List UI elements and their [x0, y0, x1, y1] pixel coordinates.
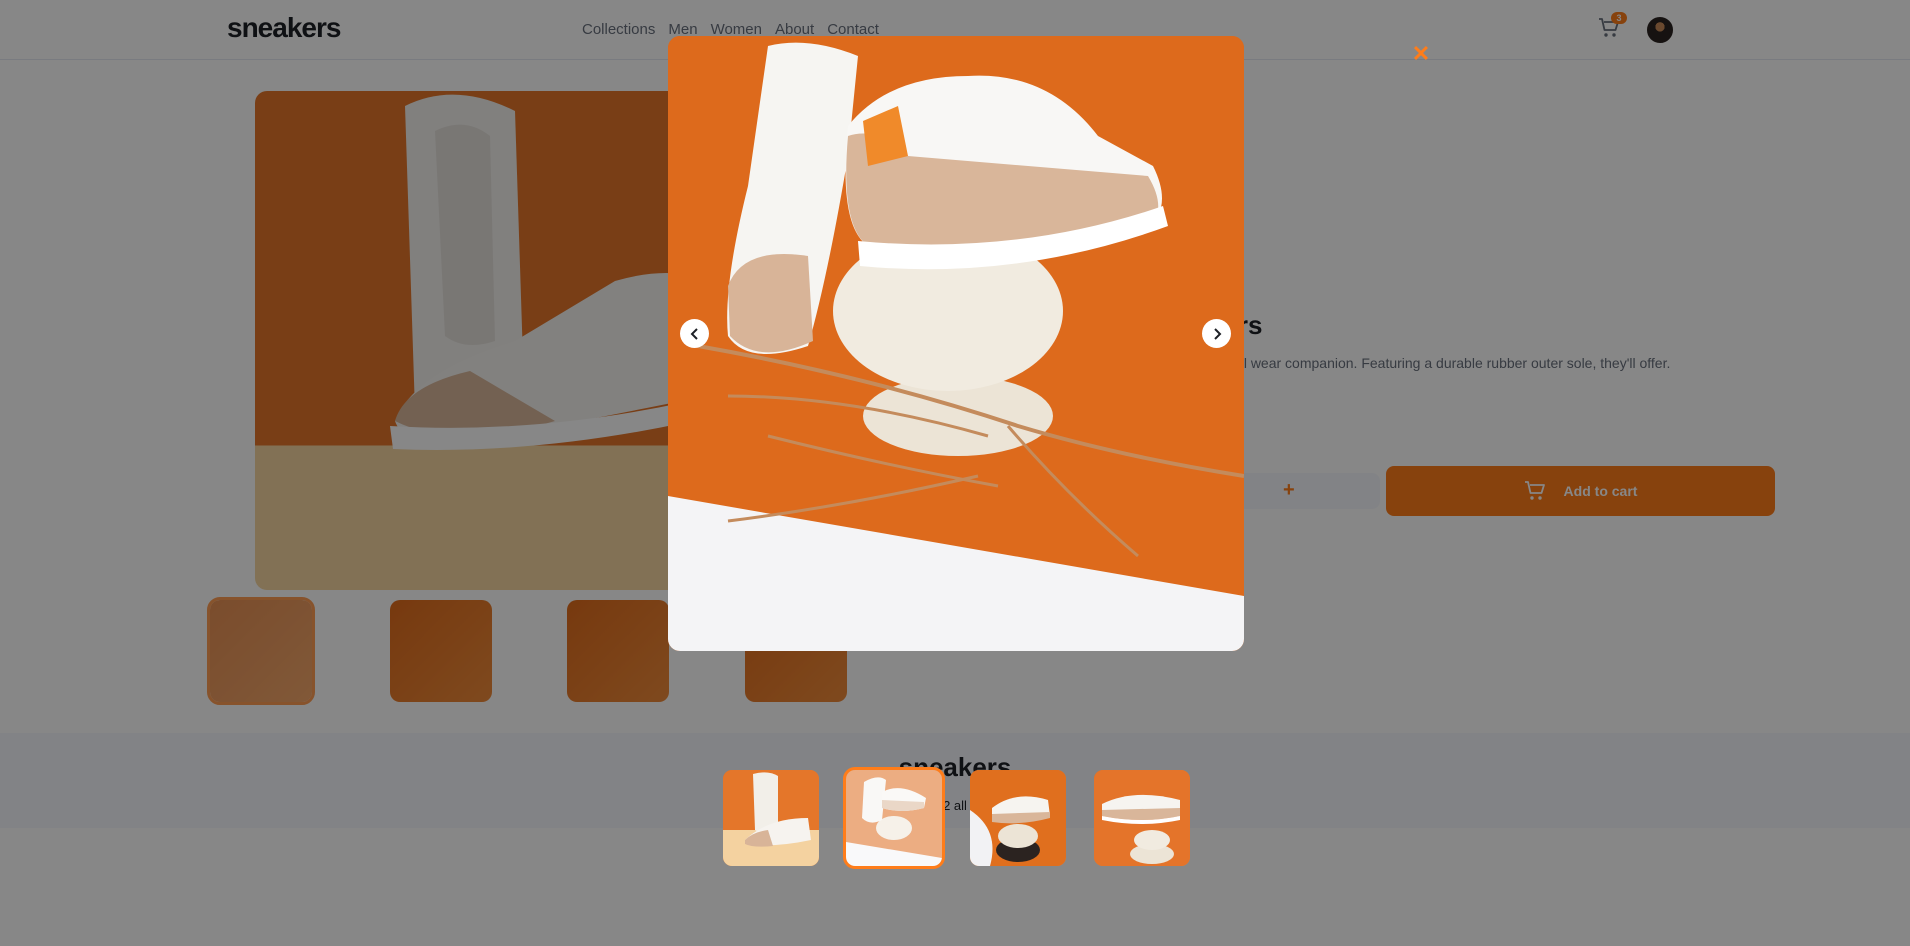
lightbox-thumbnail-3[interactable] [970, 770, 1066, 866]
chevron-left-icon [689, 327, 701, 340]
lightbox-main-image [668, 36, 1244, 651]
lightbox-thumbnail-1[interactable] [723, 770, 819, 866]
lightbox-thumbnail-2[interactable] [843, 767, 945, 869]
next-image-button[interactable] [1202, 319, 1231, 348]
previous-image-button[interactable] [680, 319, 709, 348]
lightbox-thumbnail-4[interactable] [1094, 770, 1190, 866]
close-icon[interactable]: ✕ [1410, 43, 1432, 65]
chevron-right-icon [1211, 327, 1223, 340]
